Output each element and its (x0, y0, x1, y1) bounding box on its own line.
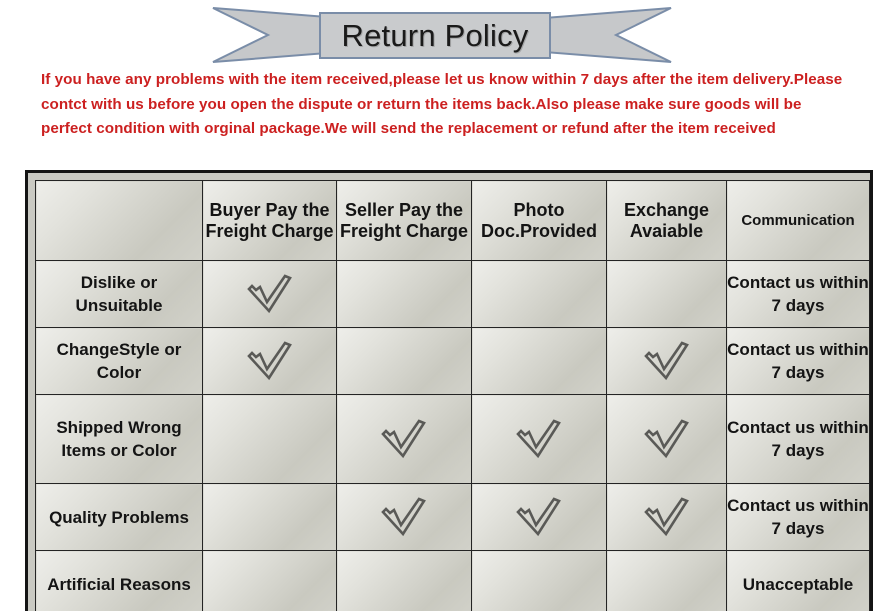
cell-buyer-pay (202, 260, 337, 328)
column-header-communication: Communication (726, 180, 870, 261)
cell-exchange (606, 483, 727, 551)
table-body: Dislike or Unsuitable Contact us within … (35, 260, 870, 611)
cell-seller-pay (336, 260, 472, 328)
row-label-quality-problems: Quality Problems (35, 483, 203, 551)
row-label-changestyle-or-color: ChangeStyle or Color (35, 327, 203, 395)
page-title: Return Policy (341, 17, 529, 53)
table-row: Quality Problems Contact us within 7 day… (35, 483, 870, 551)
checkmark-icon (246, 341, 293, 381)
table-row: Artificial Reasons Unacceptable (35, 550, 870, 611)
cell-photo-doc (471, 550, 607, 611)
policy-table-frame: Buyer Pay the Freight Charge Seller Pay … (25, 170, 873, 611)
cell-photo-doc (471, 327, 607, 395)
cell-communication: Contact us within 7 days (726, 260, 870, 328)
cell-photo-doc (471, 260, 607, 328)
cell-seller-pay (336, 483, 472, 551)
policy-table-inner: Buyer Pay the Freight Charge Seller Pay … (35, 180, 870, 611)
table-row: Dislike or Unsuitable Contact us within … (35, 260, 870, 328)
row-label-artificial-reasons: Artificial Reasons (35, 550, 203, 611)
checkmark-icon (643, 497, 690, 537)
column-header-buyer-pay: Buyer Pay the Freight Charge (202, 180, 337, 261)
column-header-seller-pay: Seller Pay the Freight Charge (336, 180, 472, 261)
checkmark-icon (381, 497, 427, 537)
cell-seller-pay (336, 550, 472, 611)
cell-exchange (606, 260, 727, 328)
cell-buyer-pay (202, 550, 337, 611)
cell-seller-pay (336, 327, 472, 395)
return-policy-page: Return Policy If you have any problems w… (0, 0, 884, 611)
column-header-exchange: Exchange Avaiable (606, 180, 727, 261)
table-corner-cell (35, 180, 203, 261)
checkmark-icon (516, 419, 562, 459)
table-row: Shipped Wrong Items or Color Contact us … (35, 394, 870, 484)
cell-communication: Unacceptable (726, 550, 870, 611)
table-header-row: Buyer Pay the Freight Charge Seller Pay … (35, 180, 870, 261)
column-header-photo-doc: Photo Doc.Provided (471, 180, 607, 261)
ribbon-banner: Return Policy (0, 0, 884, 70)
cell-exchange (606, 394, 727, 484)
checkmark-icon (516, 497, 562, 537)
cell-seller-pay (336, 394, 472, 484)
policy-table: Buyer Pay the Freight Charge Seller Pay … (35, 180, 870, 611)
cell-exchange (606, 327, 727, 395)
cell-buyer-pay (202, 483, 337, 551)
checkmark-icon (381, 419, 427, 459)
cell-exchange (606, 550, 727, 611)
row-label-shipped-wrong-items-or-color: Shipped Wrong Items or Color (35, 394, 203, 484)
cell-photo-doc (471, 394, 607, 484)
policy-paragraph: If you have any problems with the item r… (41, 71, 843, 137)
table-row: ChangeStyle or Color Contact us within 7… (35, 327, 870, 395)
cell-communication: Contact us within 7 days (726, 327, 870, 395)
checkmark-icon (643, 419, 690, 459)
cell-buyer-pay (202, 327, 337, 395)
checkmark-icon (246, 274, 293, 314)
checkmark-icon (643, 341, 690, 381)
cell-buyer-pay (202, 394, 337, 484)
row-label-dislike-or-unsuitable: Dislike or Unsuitable (35, 260, 203, 328)
cell-photo-doc (471, 483, 607, 551)
cell-communication: Contact us within 7 days (726, 483, 870, 551)
cell-communication: Contact us within 7 days (726, 394, 870, 484)
